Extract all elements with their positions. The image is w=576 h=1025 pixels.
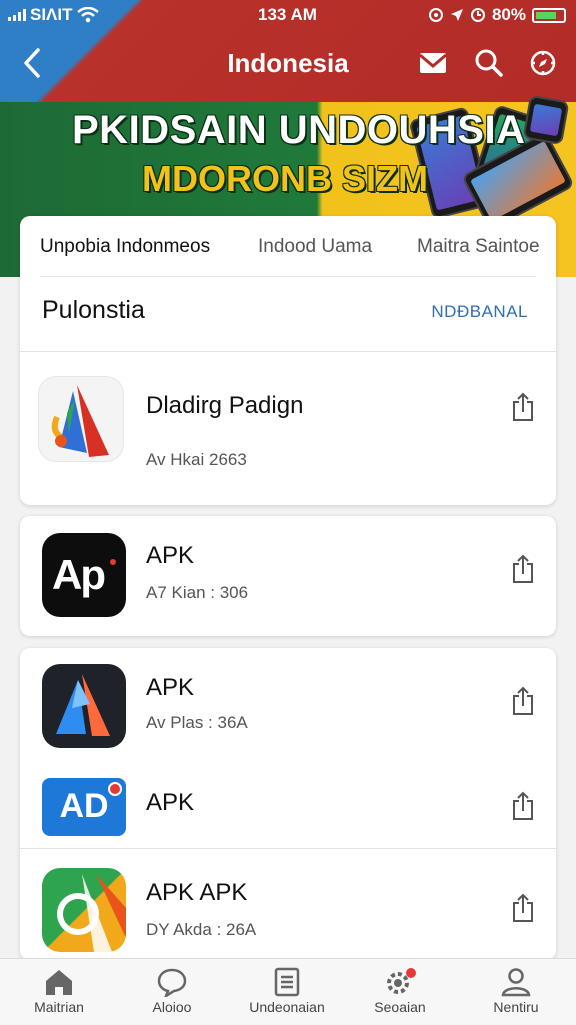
app-icon-text: Ap [52, 551, 106, 598]
app-name: Dladirg Padign [146, 392, 304, 419]
bottom-nav-home[interactable]: Maitrian [9, 967, 109, 1015]
wifi-icon [76, 7, 99, 23]
mail-icon[interactable] [418, 48, 448, 78]
status-bar: SIΛIT 133 AM 80% [0, 0, 576, 30]
banner-headline: PKIDSAIN UNDOUHSIA [72, 108, 526, 152]
bottom-nav-profile[interactable]: Nentiru [466, 967, 566, 1015]
search-icon[interactable] [474, 48, 504, 78]
app-name: APK APK [146, 879, 248, 906]
section-see-all-link[interactable]: NDÐBANAL [431, 302, 528, 322]
alarm-icon [470, 8, 485, 22]
share-icon[interactable] [510, 554, 536, 584]
bottom-nav: Maitrian Aloioo Undeonaian Seoaian Nenti… [0, 958, 576, 1025]
app-meta: Av Plas : 36A [146, 713, 248, 732]
battery-percent: 80% [491, 5, 526, 24]
tab-bar: Unpobia Indonmeos Indood Uama Maitra Sai… [20, 216, 556, 276]
divider [20, 351, 556, 352]
app-meta: Av Hkai 2663 [146, 450, 247, 469]
bottom-nav-label: Aloioo [152, 999, 192, 1015]
status-time: 133 AM [258, 5, 317, 24]
bottom-nav-label: Maitrian [34, 999, 84, 1015]
app-list-card: APK Av Plas : 36A AD APK APK APK DY Akda… [20, 648, 556, 960]
bottom-nav-list[interactable]: Undeonaian [237, 967, 337, 1015]
nav-bar: Indonesia [0, 40, 576, 86]
battery-icon [532, 7, 566, 23]
tab-maitra[interactable]: Maitra Saintoe [417, 236, 540, 258]
carrier-label: SIΛIT [30, 5, 73, 24]
sync-icon [428, 8, 443, 22]
gear-icon [387, 968, 416, 994]
bottom-nav-label: Nentiru [493, 999, 539, 1015]
list-icon [274, 967, 300, 997]
bottom-nav-label: Seoaian [374, 999, 426, 1015]
app-icon-colorful [38, 376, 124, 462]
banner-phone-image [522, 94, 570, 146]
app-card: Ap APK A7 Kian : 306 [20, 516, 556, 636]
app-name: APK [146, 542, 195, 569]
app-icon-arrow [42, 664, 126, 748]
share-icon[interactable] [510, 893, 536, 923]
share-icon[interactable] [510, 791, 536, 821]
app-icon-ad: AD [42, 778, 126, 836]
banner-subheadline: MDORONB SIZM [142, 158, 428, 199]
person-icon [501, 968, 531, 997]
app-name: APK [146, 789, 195, 816]
location-icon [450, 9, 463, 21]
app-icon-ap: Ap [42, 533, 126, 617]
signal-icon [8, 9, 26, 21]
app-name: APK [146, 674, 195, 701]
share-icon[interactable] [510, 392, 536, 422]
chat-icon [157, 968, 187, 997]
section-title: Pulonstia [42, 296, 145, 324]
featured-card: Unpobia Indonmeos Indood Uama Maitra Sai… [20, 216, 556, 505]
tab-indood[interactable]: Indood Uama [258, 236, 372, 258]
tab-unpobia[interactable]: Unpobia Indonmeos [40, 236, 210, 258]
home-icon [46, 970, 72, 995]
compass-icon[interactable] [528, 48, 558, 78]
bottom-nav-label: Undeonaian [249, 999, 325, 1015]
divider [20, 848, 556, 849]
bottom-nav-chat[interactable]: Aloioo [122, 967, 222, 1015]
divider [40, 276, 536, 277]
share-icon[interactable] [510, 686, 536, 716]
bottom-nav-settings[interactable]: Seoaian [350, 967, 450, 1015]
app-meta: DY Akda : 26A [146, 920, 257, 939]
app-meta: A7 Kian : 306 [146, 583, 249, 602]
app-icon-maps [42, 868, 126, 952]
